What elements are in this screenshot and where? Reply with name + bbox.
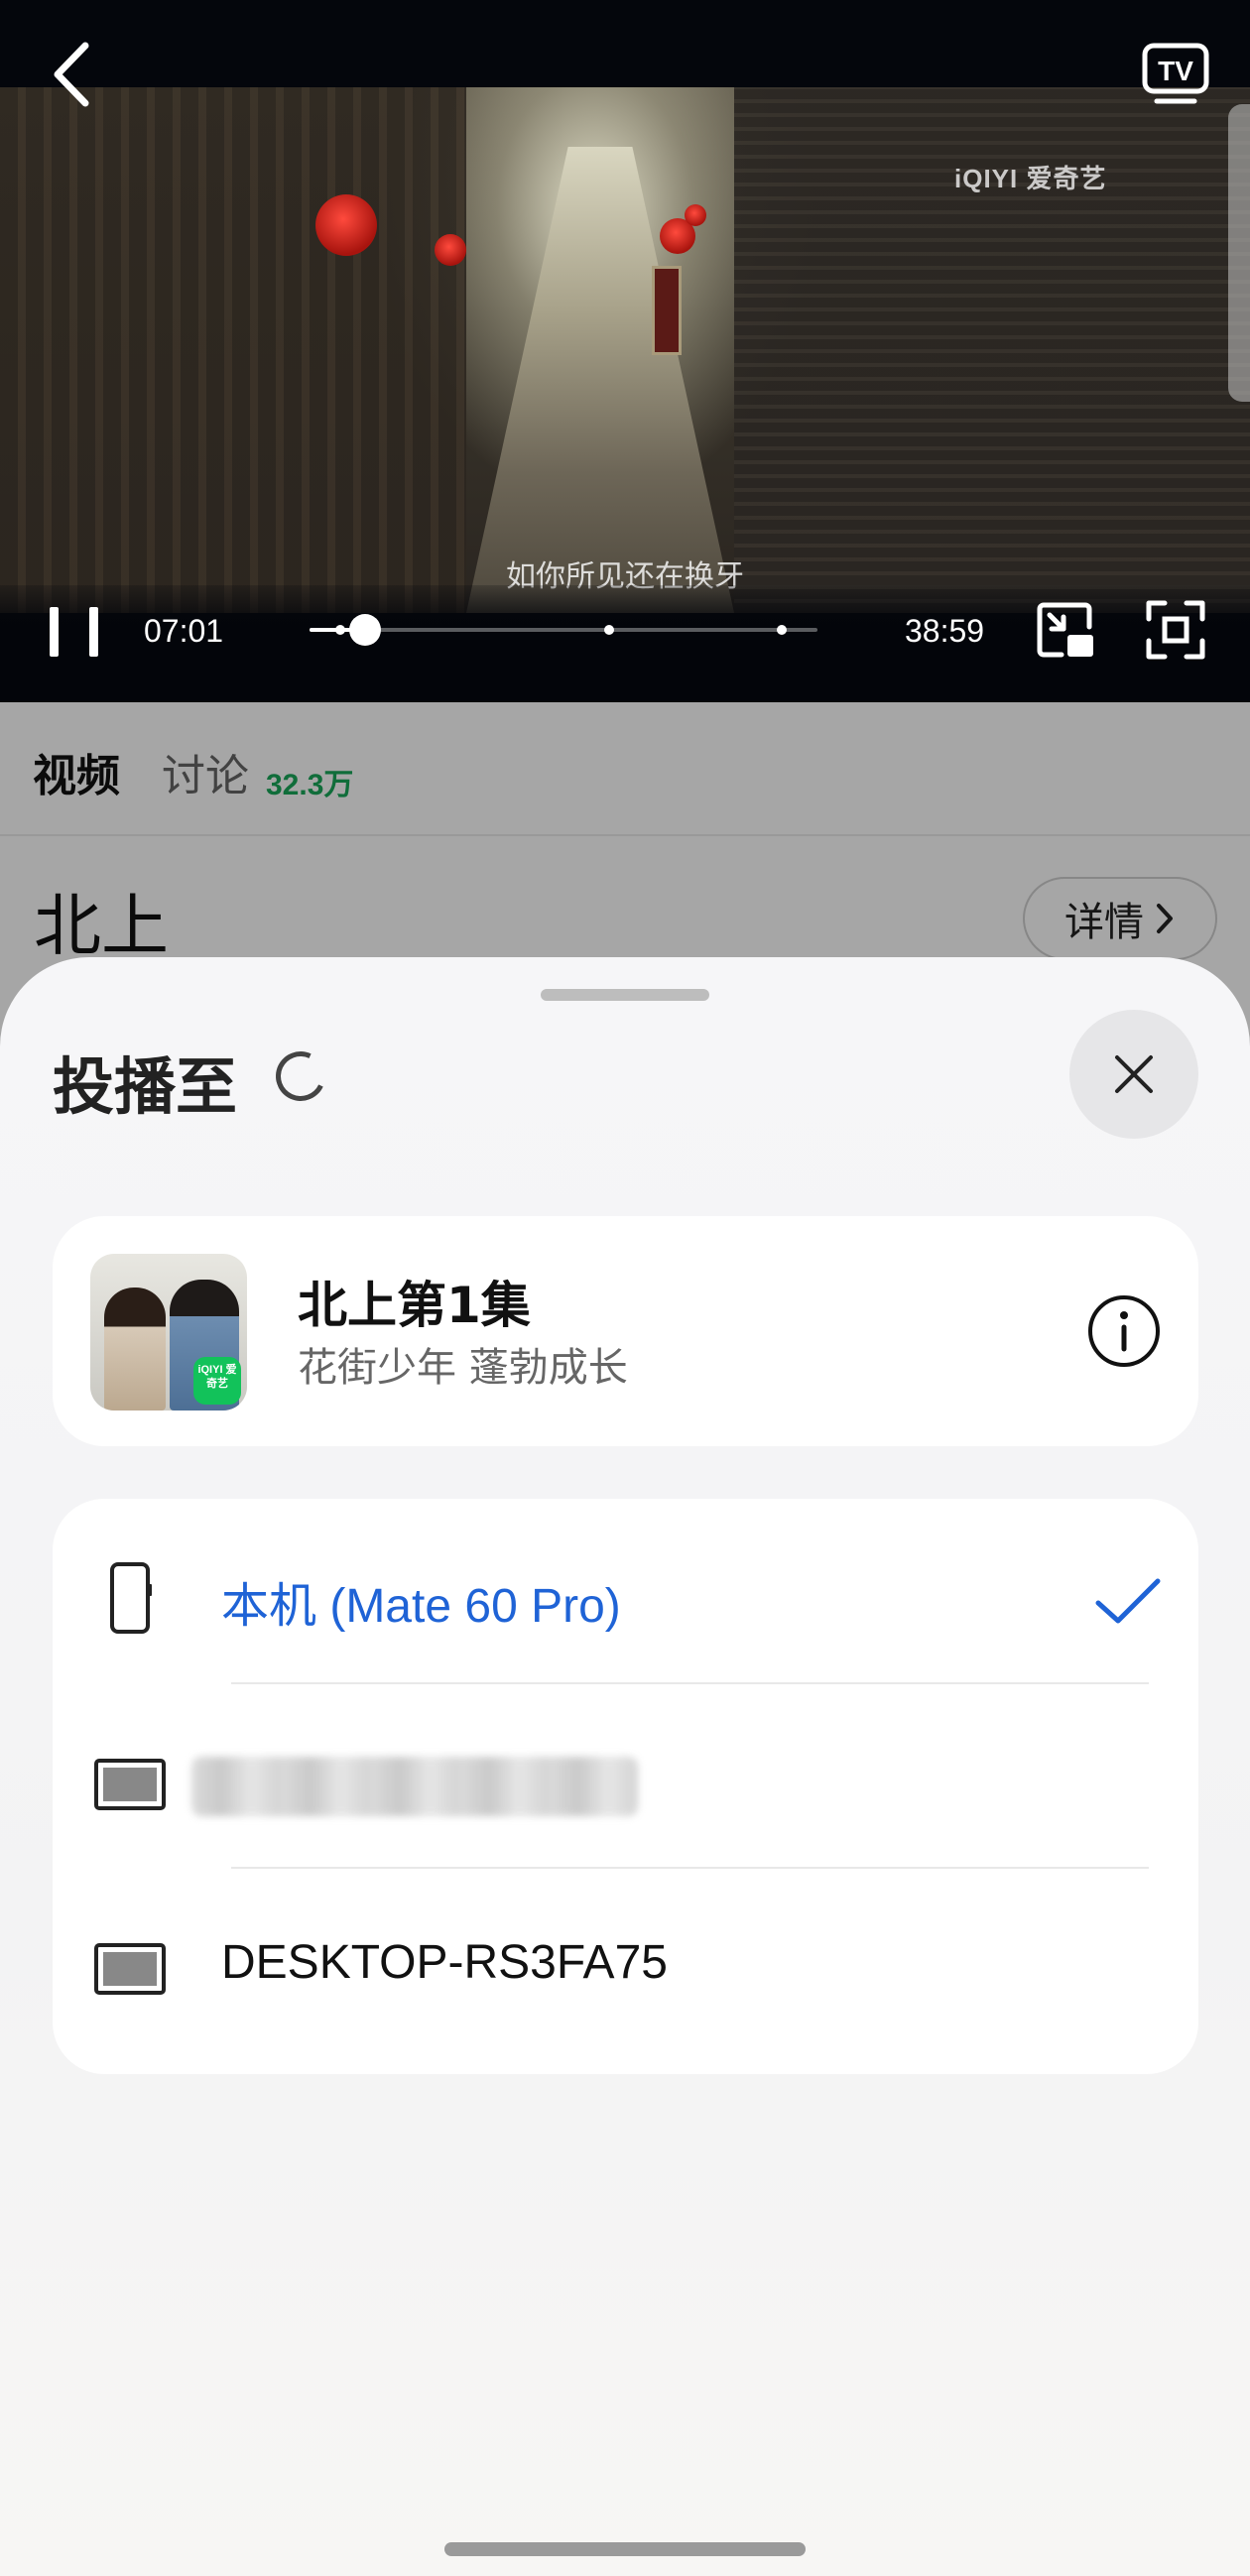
svg-text:TV: TV <box>1158 56 1193 86</box>
media-title: 北上第1集 <box>298 1277 531 1334</box>
pause-button[interactable] <box>46 603 103 661</box>
cast-bottom-sheet: 投播至 iQIYI 爱奇艺 北上第1集 花街少年 蓬勃成长 本机 (Mate 6… <box>0 957 1250 2576</box>
player-top-bar <box>0 0 1250 87</box>
device-item-this-phone[interactable]: 本机 (Mate 60 Pro) <box>53 1499 1198 1682</box>
redacted-device-name <box>191 1757 638 1816</box>
video-player[interactable]: TV iQIYI 爱奇艺 如你所见还在换牙 07:01 38:59 <box>0 0 1250 702</box>
fullscreen-button[interactable] <box>1145 599 1206 661</box>
close-icon <box>1115 1055 1153 1093</box>
device-name: DESKTOP-RS3FA75 <box>221 1936 668 1989</box>
picture-in-picture-button[interactable] <box>1032 597 1097 663</box>
sheet-drag-handle[interactable] <box>541 989 709 1001</box>
progress-marker <box>777 625 788 635</box>
check-icon <box>1095 1578 1161 1624</box>
monitor-icon <box>94 1759 166 1810</box>
progress-knob[interactable] <box>349 614 382 646</box>
progress-marker <box>604 625 615 635</box>
monitor-icon <box>94 1943 166 1995</box>
device-item-hidden-name[interactable] <box>53 1683 1198 1867</box>
pause-icon <box>50 607 59 657</box>
home-indicator[interactable] <box>444 2542 806 2556</box>
media-info-button[interactable] <box>1084 1291 1164 1371</box>
back-button[interactable] <box>48 40 99 109</box>
progress-marker <box>334 625 345 635</box>
iqiyi-watermark: iQIYI 爱奇艺 <box>954 164 1107 193</box>
fullscreen-icon <box>1146 600 1205 660</box>
duration: 38:59 <box>905 613 985 649</box>
close-button[interactable] <box>1069 1010 1198 1139</box>
playback-controls: 07:01 38:59 <box>0 585 1250 702</box>
chevron-left-icon <box>54 42 89 107</box>
lantern <box>315 194 377 256</box>
picture-in-picture-icon <box>1037 602 1093 658</box>
device-name: 本机 (Mate 60 Pro) <box>221 1580 621 1633</box>
side-panel-handle[interactable] <box>1228 104 1250 402</box>
tv-cast-icon: TV <box>1142 43 1209 104</box>
shop-sign <box>652 266 682 355</box>
loading-spinner-icon <box>268 1043 333 1109</box>
current-time: 07:01 <box>144 613 224 649</box>
iqiyi-app-badge: iQIYI 爱奇艺 <box>193 1357 241 1405</box>
media-subtitle: 花街少年 蓬勃成长 <box>298 1345 628 1391</box>
lantern <box>435 234 466 266</box>
media-info-card: iQIYI 爱奇艺 北上第1集 花街少年 蓬勃成长 <box>53 1216 1198 1446</box>
media-thumbnail: iQIYI 爱奇艺 <box>90 1254 247 1411</box>
progress-bar[interactable] <box>310 614 817 646</box>
device-item-desktop[interactable]: DESKTOP-RS3FA75 <box>53 1868 1198 2051</box>
phone-icon <box>110 1562 152 1634</box>
sheet-title: 投播至 <box>53 1050 238 1123</box>
tv-cast-button[interactable]: TV <box>1141 42 1210 107</box>
lantern <box>685 204 706 226</box>
info-icon <box>1088 1295 1160 1367</box>
device-list: 本机 (Mate 60 Pro) DESKTOP-RS3FA75 <box>53 1499 1198 2074</box>
